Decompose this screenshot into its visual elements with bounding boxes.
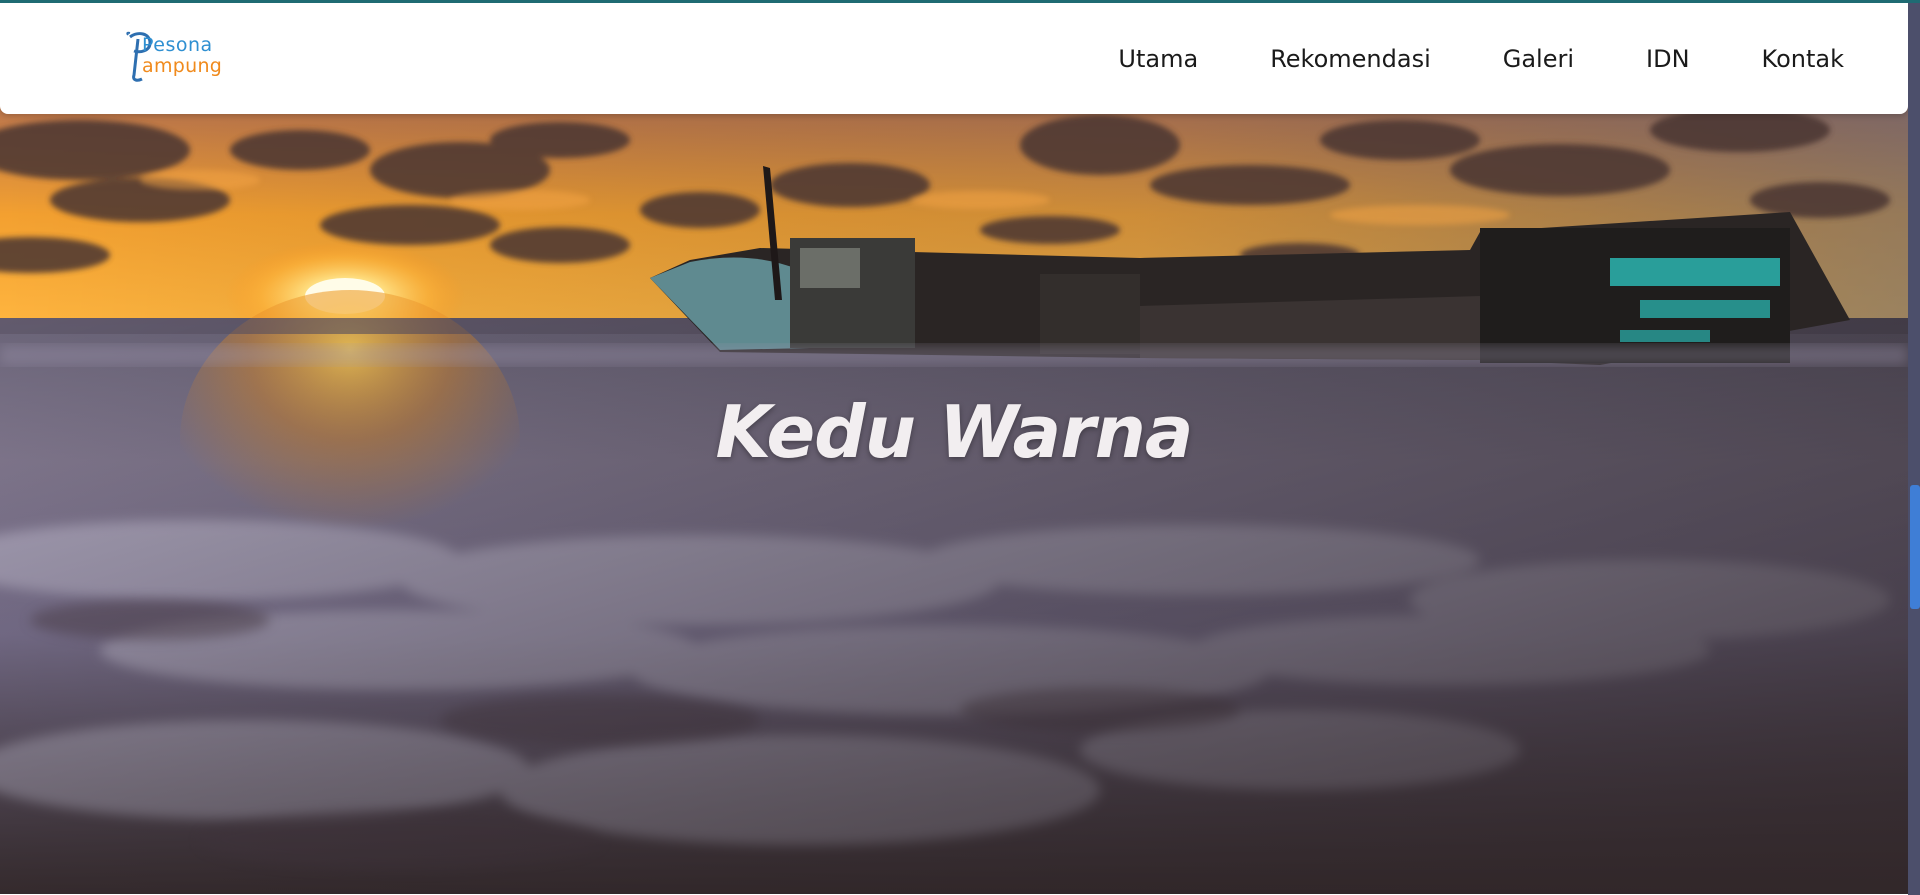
page-scrollbar[interactable]	[1908, 0, 1920, 895]
top-accent-bar	[0, 0, 1920, 3]
nav-item-idn[interactable]: IDN	[1646, 45, 1690, 73]
site-logo[interactable]: Pesona ampung	[124, 29, 234, 85]
nav-item-galeri[interactable]: Galeri	[1503, 45, 1574, 73]
hero-title: Kedu Warna	[715, 390, 1193, 474]
page: Pesona ampung Utama Rekomendasi Galeri I…	[0, 0, 1920, 895]
nav-item-kontak[interactable]: Kontak	[1762, 45, 1844, 73]
nav-item-utama[interactable]: Utama	[1118, 45, 1198, 73]
main-nav: Utama Rekomendasi Galeri IDN Kontak	[1046, 3, 1844, 114]
top-navbar: Pesona ampung Utama Rekomendasi Galeri I…	[0, 3, 1908, 114]
nav-item-rekomendasi[interactable]: Rekomendasi	[1270, 45, 1431, 73]
logo-text-line1: Pesona	[142, 34, 213, 56]
scrollbar-thumb[interactable]	[1910, 485, 1920, 609]
logo-text-line2: ampung	[142, 55, 223, 77]
